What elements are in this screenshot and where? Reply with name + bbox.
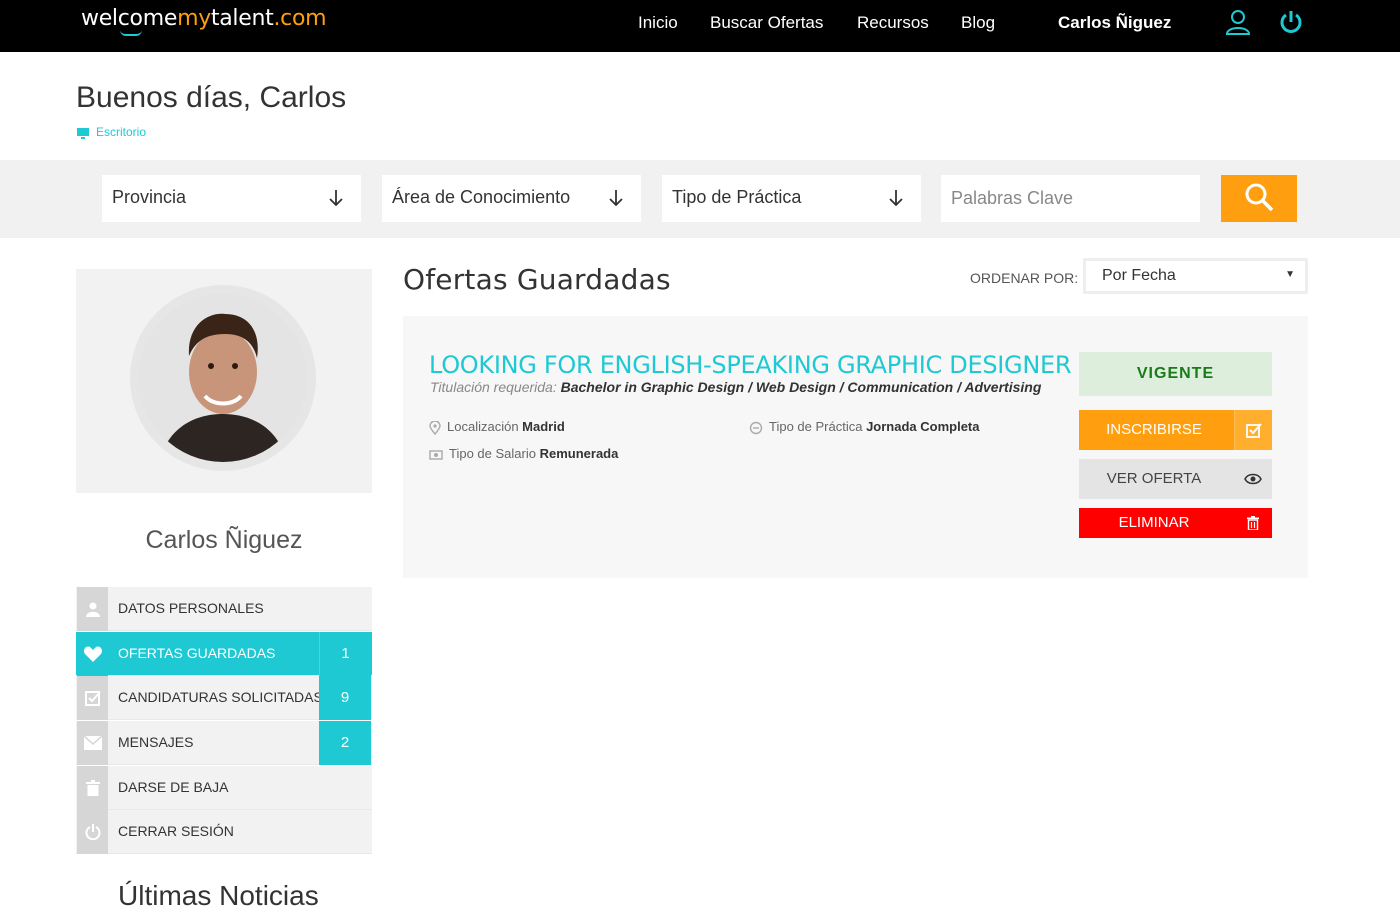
checkbox-icon [77,676,108,721]
nav-blog[interactable]: Blog [961,13,995,33]
apply-button-label: INSCRIBIRSE [1106,421,1202,438]
trash-icon [1234,508,1272,538]
delete-button[interactable]: ELIMINAR [1079,508,1272,538]
nav-recursos[interactable]: Recursos [857,13,929,33]
logo-text-welcome: welcome [81,6,178,31]
practice-type-value: Jornada Completa [866,419,980,434]
arrow-down-icon [889,190,903,207]
caret-down-icon: ▼ [1285,269,1295,280]
requirement-label: Titulación requerida: [430,379,557,395]
brand-logo[interactable]: welcomemytalent.com [81,6,327,31]
page-title: Ofertas Guardadas [403,263,671,296]
practice-type-label: Tipo de Práctica [769,419,863,434]
location-value: Madrid [522,419,565,434]
view-offer-button-label: VER OFERTA [1106,470,1202,487]
sidebar-item-label: MENSAJES [118,734,194,751]
nav-user-name[interactable]: Carlos Ñiguez [1058,13,1171,33]
delete-button-label: ELIMINAR [1118,514,1190,531]
practice-type-select-label: Tipo de Práctica [672,187,802,207]
sidebar-item-label: OFERTAS GUARDADAS [118,644,276,661]
arrow-down-icon [329,190,343,207]
offer-practice-type: Tipo de Práctica Jornada Completa [749,419,980,435]
avatar[interactable] [139,294,307,462]
keywords-input[interactable] [941,175,1200,222]
area-select-label: Área de Conocimiento [392,187,571,207]
location-label: Localización [447,419,519,434]
sidebar-item-label: CERRAR SESIÓN [118,823,234,840]
sidebar-item-label: DATOS PERSONALES [118,600,264,616]
sidebar-item-datos-personales[interactable]: DATOS PERSONALES [76,587,372,631]
search-icon [1245,183,1274,212]
envelope-icon [77,721,108,766]
check-square-icon [1234,410,1272,450]
user-profile-icon[interactable] [1224,8,1252,36]
top-navbar: welcomemytalent.com Inicio Buscar Oferta… [0,0,1400,52]
sidebar-item-label: CANDIDATURAS SOLICITADAS [118,689,323,706]
count-badge: 9 [319,676,371,721]
order-by-label: ORDENAR POR: [970,270,1079,286]
apply-button[interactable]: INSCRIBIRSE [1079,410,1272,450]
logo-text-com: .com [273,6,327,31]
status-badge: VIGENTE [1079,352,1272,396]
trash-icon [77,765,108,810]
logout-power-icon[interactable] [1277,8,1305,36]
offer-requirement: Titulación requerida: Bachelor in Graphi… [430,379,1041,395]
sidebar-item-label: DARSE DE BAJA [118,778,229,795]
arrow-down-icon [609,190,623,207]
latest-news-heading: Últimas Noticias [118,880,319,911]
province-select-label: Provincia [112,187,187,207]
logo-smile-icon [120,30,142,36]
sidebar-item-ofertas-guardadas[interactable]: OFERTAS GUARDADAS 1 [76,631,372,676]
clock-icon [749,421,763,434]
logo-text-talent: talent [210,6,274,31]
user-icon [77,587,108,631]
sidebar-item-mensajes[interactable]: MENSAJES 2 [76,721,372,766]
order-by-select[interactable]: Por Fecha ▼ [1083,258,1308,294]
order-by-value: Por Fecha [1102,267,1176,284]
eye-icon [1234,459,1272,499]
logo-text-my: my [177,6,211,31]
profile-name: Carlos Ñiguez [145,526,303,554]
offer-location: Localización Madrid [429,419,565,435]
salary-value: Remunerada [539,446,619,461]
money-icon [429,449,443,460]
power-icon [77,810,108,855]
heart-icon [77,631,108,676]
offer-salary: Tipo de Salario Remunerada [429,446,618,461]
avatar-photo [139,294,307,462]
breadcrumb[interactable]: Escritorio [76,125,146,139]
practice-type-select[interactable]: Tipo de Práctica [662,175,921,222]
location-pin-icon [429,419,441,435]
count-badge: 1 [319,631,371,676]
breadcrumb-label: Escritorio [96,125,147,139]
desktop-icon [77,127,89,139]
page-greeting: Buenos días, Carlos [76,81,347,114]
offer-title[interactable]: LOOKING FOR ENGLISH-SPEAKING GRAPHIC DES… [429,351,1072,379]
requirement-value: Bachelor in Graphic Design / Web Design … [560,379,1042,395]
view-offer-button[interactable]: VER OFERTA [1079,459,1272,499]
nav-inicio[interactable]: Inicio [638,13,678,33]
sidebar-item-darse-de-baja[interactable]: DARSE DE BAJA [76,765,372,810]
province-select[interactable]: Provincia [102,175,361,222]
search-button[interactable] [1221,175,1297,222]
count-badge: 2 [319,721,371,766]
sidebar-menu: DATOS PERSONALES OFERTAS GUARDADAS 1 CAN… [76,587,372,855]
sidebar-item-cerrar-sesion[interactable]: CERRAR SESIÓN [76,810,372,855]
sidebar-item-candidaturas-solicitadas[interactable]: CANDIDATURAS SOLICITADAS 9 [76,676,372,721]
salary-label: Tipo de Salario [449,446,536,461]
nav-buscar-ofertas[interactable]: Buscar Ofertas [710,13,823,33]
area-select[interactable]: Área de Conocimiento [382,175,641,222]
